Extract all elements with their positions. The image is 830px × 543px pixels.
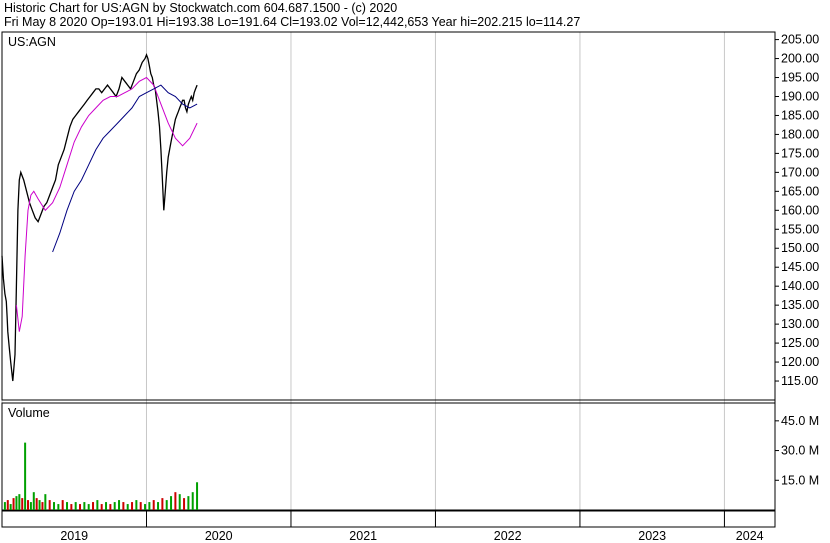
volume-bar	[3, 502, 6, 510]
volume-bar	[35, 498, 38, 510]
volume-bar	[87, 504, 90, 510]
volume-bar	[92, 502, 95, 510]
volume-bars	[3, 442, 199, 510]
x-axis-frame	[1, 510, 776, 528]
stock-chart: 205.00 200.00 195.00 190.00 185.00 180.00 175.…	[1, 31, 819, 543]
volume-bar	[21, 498, 24, 510]
volume-bar	[109, 504, 112, 510]
price-tick-label: 120.00	[781, 355, 819, 369]
x-tick-label: 2022	[494, 529, 522, 543]
price-tick-label: 145.00	[781, 260, 819, 274]
volume-bar	[183, 498, 186, 510]
volume-bar	[41, 502, 44, 510]
volume-bar	[131, 502, 134, 510]
volume-bar	[24, 442, 27, 510]
grid-lines	[1, 32, 725, 510]
volume-bar	[170, 496, 173, 510]
volume-tick-label: 45.0 M	[781, 414, 819, 428]
volume-bar	[113, 502, 116, 510]
axis-labels: 205.00 200.00 195.00 190.00 185.00 180.00 175.…	[8, 33, 819, 543]
volume-bar	[187, 496, 190, 510]
price-tick-label: 190.00	[781, 89, 819, 103]
volume-bar	[144, 504, 147, 510]
volume-bar	[174, 492, 177, 510]
volume-bar	[70, 504, 73, 510]
volume-bar	[38, 500, 41, 510]
price-tick-label: 175.00	[781, 146, 819, 160]
volume-bar	[83, 502, 86, 510]
price-tick-label: 165.00	[781, 184, 819, 198]
price-tick-label: 150.00	[781, 241, 819, 255]
volume-bar	[61, 500, 64, 510]
volume-bar	[18, 494, 21, 510]
volume-bar	[126, 504, 129, 510]
price-tick-label: 160.00	[781, 203, 819, 217]
volume-bar	[178, 494, 181, 510]
volume-bar	[161, 498, 164, 510]
price-tick-label: 125.00	[781, 336, 819, 350]
x-tick-label: 2019	[60, 529, 88, 543]
volume-bar	[196, 482, 199, 510]
price-tick-label: 200.00	[781, 52, 819, 66]
volume-bar	[53, 502, 56, 510]
volume-bar	[191, 492, 194, 510]
volume-bar	[27, 500, 30, 510]
price-tick-label: 185.00	[781, 108, 819, 122]
price-tick-label: 180.00	[781, 127, 819, 141]
volume-bar	[12, 498, 15, 510]
volume-bar	[165, 500, 168, 510]
volume-bar	[32, 492, 35, 510]
volume-bar	[9, 504, 12, 510]
volume-bar	[152, 500, 155, 510]
volume-bar	[66, 502, 69, 510]
volume-bar	[96, 500, 99, 510]
volume-bar	[139, 502, 142, 510]
price-tick-label: 115.00	[781, 374, 818, 388]
volume-bar	[105, 502, 108, 510]
price-tick-label: 135.00	[781, 298, 819, 312]
volume-bar	[79, 504, 82, 510]
volume-bar	[44, 494, 47, 510]
series-ma_long	[52, 84, 198, 253]
price-tick-label: 130.00	[781, 317, 819, 331]
volume-bar	[122, 502, 125, 510]
volume-bar	[118, 500, 121, 510]
volume-bar	[157, 502, 160, 510]
x-tick-label: 2020	[205, 529, 233, 543]
price-tick-label: 195.00	[781, 71, 819, 85]
price-tick-label: 155.00	[781, 222, 819, 236]
volume-bar	[48, 500, 51, 510]
volume-bar	[135, 500, 138, 510]
series-ma_short	[15, 76, 198, 332]
x-tick-label: 2024	[736, 529, 764, 543]
x-tick-label: 2021	[349, 529, 377, 543]
volume-tick-label: 15.0 M	[781, 473, 819, 487]
volume-bar	[100, 504, 103, 510]
price-tick-label: 205.00	[781, 33, 819, 47]
price-tick-label: 170.00	[781, 165, 819, 179]
chart-frames	[1, 31, 779, 528]
x-tick-label: 2023	[638, 529, 666, 543]
price-panel-frame	[1, 31, 776, 401]
volume-bar	[15, 496, 18, 510]
price-tick-label: 140.00	[781, 279, 819, 293]
volume-bar	[6, 500, 9, 510]
price-series	[1, 52, 198, 382]
volume-bar	[148, 502, 151, 510]
volume-bar	[74, 502, 77, 510]
volume-bar	[29, 502, 32, 510]
volume-bar	[57, 504, 60, 510]
volume-tick-label: 30.0 M	[781, 444, 819, 458]
volume-panel-frame	[1, 402, 776, 511]
price-panel-title: US:AGN	[8, 35, 56, 49]
volume-panel-title: Volume	[8, 406, 50, 420]
